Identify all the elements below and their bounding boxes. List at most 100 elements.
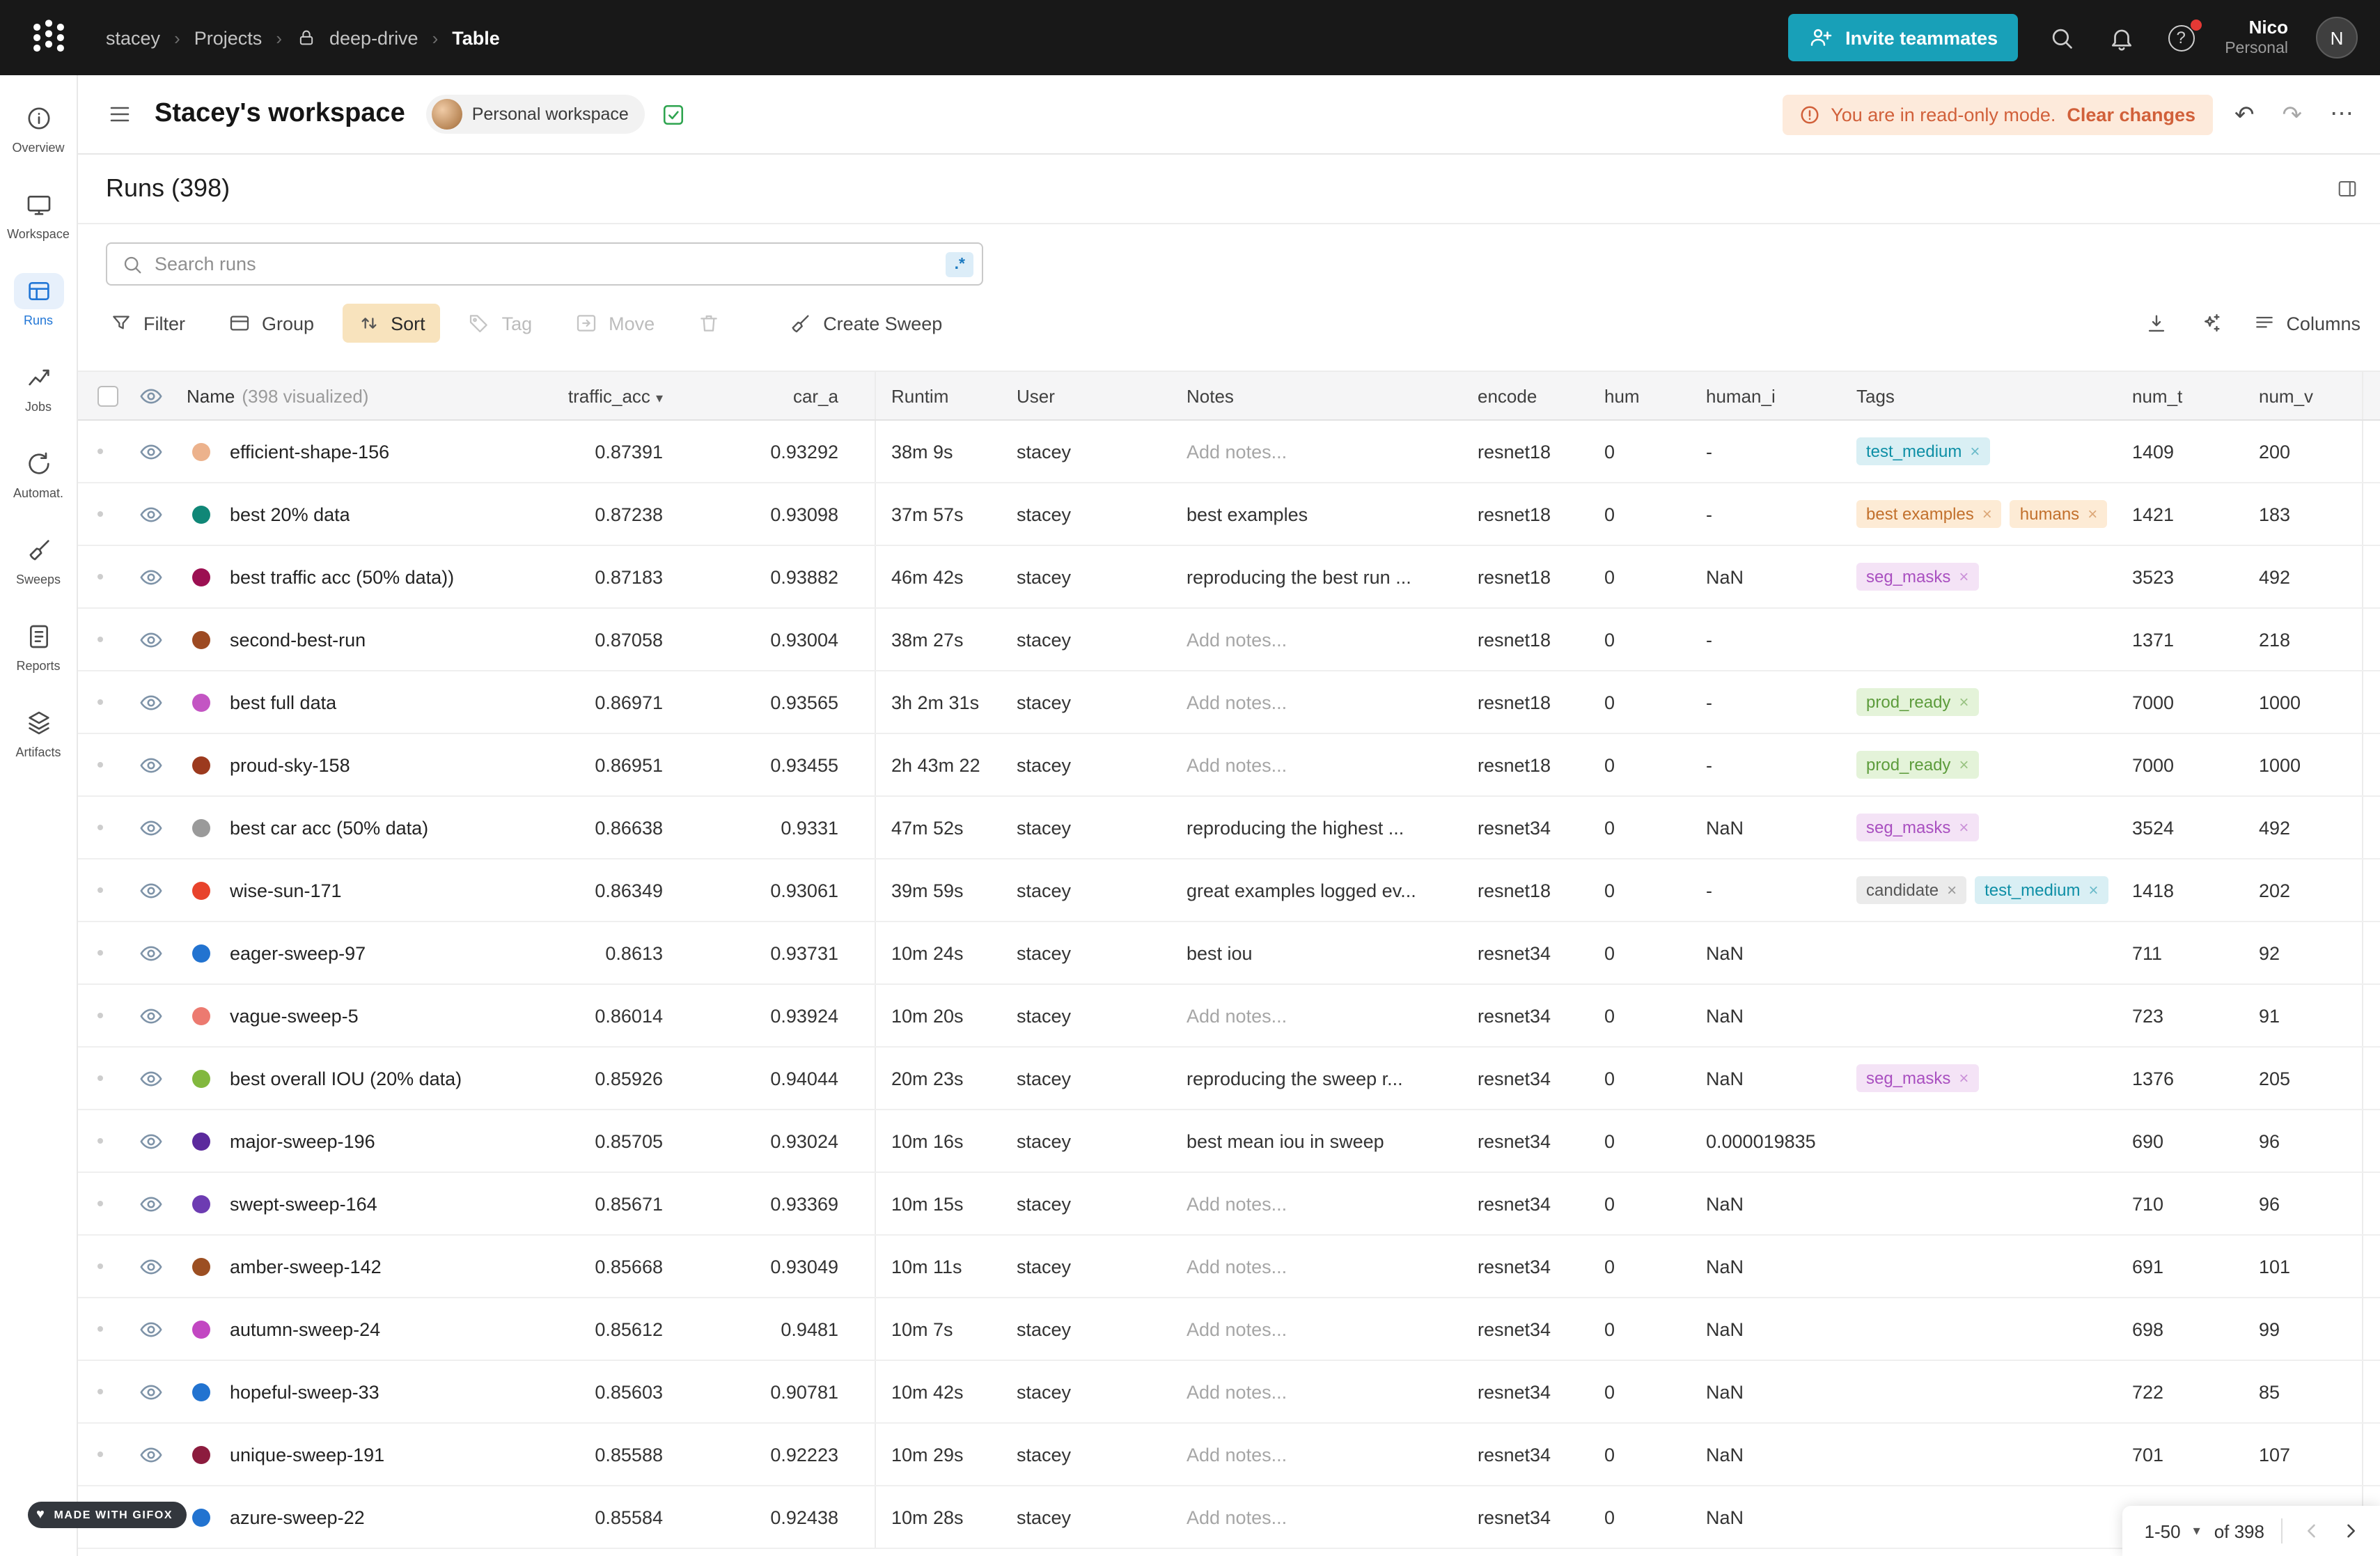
- tag-remove-icon[interactable]: ×: [2089, 880, 2099, 900]
- menu-toggle-button[interactable]: [103, 98, 136, 131]
- sidebar-item-overview[interactable]: Overview: [0, 92, 77, 163]
- run-name[interactable]: unique-sweep-191: [230, 1444, 384, 1465]
- tag-remove-icon[interactable]: ×: [1959, 818, 1968, 837]
- tag-chip[interactable]: seg_masks×: [1856, 1064, 1978, 1092]
- run-name[interactable]: proud-sky-158: [230, 754, 350, 775]
- run-name[interactable]: second-best-run: [230, 629, 366, 650]
- tag-chip[interactable]: best examples×: [1856, 500, 2002, 528]
- column-header-name[interactable]: Name(398 visualized): [178, 385, 499, 406]
- column-header-car-a[interactable]: car_a: [680, 372, 876, 419]
- breadcrumb-page[interactable]: Table: [452, 27, 500, 48]
- cell-notes[interactable]: Add notes...: [1181, 1444, 1472, 1465]
- drag-handle[interactable]: [97, 1013, 103, 1018]
- column-header-num-v[interactable]: num_v: [2253, 385, 2362, 406]
- run-name[interactable]: best traffic acc (50% data)): [230, 566, 454, 587]
- drag-handle[interactable]: [97, 887, 103, 893]
- drag-handle[interactable]: [97, 1389, 103, 1394]
- drag-handle[interactable]: [97, 950, 103, 956]
- table-row[interactable]: second-best-run 0.87058 0.93004 38m 27s …: [78, 609, 2380, 671]
- cell-notes[interactable]: reproducing the highest ...: [1181, 817, 1472, 838]
- drag-handle[interactable]: [97, 1263, 103, 1269]
- drag-handle[interactable]: [97, 637, 103, 642]
- tag-chip[interactable]: test_medium×: [1856, 437, 1989, 465]
- column-header-num-t[interactable]: num_t: [2127, 385, 2253, 406]
- sort-button[interactable]: Sort: [342, 304, 441, 343]
- sidebar-item-reports[interactable]: Reports: [0, 610, 77, 681]
- column-header-notes[interactable]: Notes: [1181, 385, 1472, 406]
- tag-remove-icon[interactable]: ×: [2088, 504, 2097, 524]
- search-runs-input[interactable]: [155, 254, 935, 274]
- run-name[interactable]: hopeful-sweep-33: [230, 1381, 379, 1402]
- tag-remove-icon[interactable]: ×: [1959, 567, 1968, 586]
- table-row[interactable]: best traffic acc (50% data)) 0.87183 0.9…: [78, 546, 2380, 609]
- cell-notes[interactable]: Add notes...: [1181, 692, 1472, 713]
- user-menu[interactable]: Nico Personal: [2225, 16, 2288, 59]
- table-row[interactable]: hopeful-sweep-33 0.85603 0.90781 10m 42s…: [78, 1361, 2380, 1424]
- cell-notes[interactable]: Add notes...: [1181, 1193, 1472, 1214]
- sidebar-item-jobs[interactable]: Jobs: [0, 351, 77, 422]
- run-name[interactable]: amber-sweep-142: [230, 1256, 382, 1277]
- drag-handle[interactable]: [97, 1201, 103, 1206]
- tag-chip[interactable]: candidate×: [1856, 876, 1966, 904]
- table-row[interactable]: amber-sweep-142 0.85668 0.93049 10m 11s …: [78, 1236, 2380, 1298]
- table-row[interactable]: best overall IOU (20% data) 0.85926 0.94…: [78, 1048, 2380, 1110]
- tag-remove-icon[interactable]: ×: [1959, 1068, 1968, 1088]
- drag-handle[interactable]: [97, 574, 103, 579]
- visibility-eye-icon[interactable]: [139, 1254, 162, 1278]
- tag-chip[interactable]: prod_ready×: [1856, 688, 1978, 716]
- cell-notes[interactable]: Add notes...: [1181, 754, 1472, 775]
- visibility-eye-icon[interactable]: [139, 565, 162, 589]
- drag-handle[interactable]: [97, 762, 103, 768]
- cell-notes[interactable]: Add notes...: [1181, 441, 1472, 462]
- table-row[interactable]: efficient-shape-156 0.87391 0.93292 38m …: [78, 421, 2380, 483]
- cell-notes[interactable]: best iou: [1181, 942, 1472, 963]
- cell-notes[interactable]: Add notes...: [1181, 629, 1472, 650]
- visibility-eye-icon[interactable]: [139, 878, 162, 902]
- visibility-eye-icon[interactable]: [139, 1317, 162, 1341]
- next-page-button[interactable]: [2338, 1518, 2363, 1543]
- workspace-selector[interactable]: Personal workspace: [426, 95, 645, 134]
- sidebar-item-automations[interactable]: Automat.: [0, 437, 77, 508]
- prev-page-button[interactable]: [2299, 1518, 2324, 1543]
- cell-notes[interactable]: reproducing the best run ...: [1181, 566, 1472, 587]
- drag-handle[interactable]: [97, 825, 103, 830]
- visibility-eye-icon[interactable]: [139, 1066, 162, 1090]
- page-size-dropdown[interactable]: 1-50 ▾: [2145, 1520, 2200, 1541]
- drag-handle[interactable]: [97, 511, 103, 517]
- run-name[interactable]: azure-sweep-22: [230, 1507, 365, 1527]
- filter-button[interactable]: Filter: [95, 304, 201, 343]
- help-button[interactable]: ?: [2165, 22, 2197, 54]
- tag-chip[interactable]: test_medium×: [1975, 876, 2108, 904]
- visibility-eye-icon[interactable]: [139, 753, 162, 777]
- column-header-runtime[interactable]: Runtim: [876, 385, 1011, 406]
- table-row[interactable]: best car acc (50% data) 0.86638 0.9331 4…: [78, 797, 2380, 859]
- run-name[interactable]: major-sweep-196: [230, 1130, 375, 1151]
- drag-handle[interactable]: [97, 1326, 103, 1332]
- magic-columns-button[interactable]: [2195, 309, 2225, 338]
- visibility-eye-icon[interactable]: [139, 1129, 162, 1153]
- table-row[interactable]: autumn-sweep-24 0.85612 0.9481 10m 7s st…: [78, 1298, 2380, 1361]
- column-header-user[interactable]: User: [1011, 385, 1181, 406]
- undo-button[interactable]: ↶: [2229, 100, 2260, 129]
- columns-button[interactable]: Columns: [2250, 304, 2363, 343]
- column-header-traffic-acc[interactable]: traffic_acc▾: [499, 385, 680, 406]
- sidebar-item-workspace[interactable]: Workspace: [0, 178, 77, 249]
- tag-chip[interactable]: seg_masks×: [1856, 563, 1978, 591]
- cell-notes[interactable]: best mean iou in sweep: [1181, 1130, 1472, 1151]
- run-name[interactable]: best full data: [230, 692, 336, 713]
- table-row[interactable]: wise-sun-171 0.86349 0.93061 39m 59s sta…: [78, 859, 2380, 922]
- group-button[interactable]: Group: [213, 304, 329, 343]
- column-header-human-i[interactable]: human_i: [1700, 385, 1851, 406]
- cell-notes[interactable]: Add notes...: [1181, 1507, 1472, 1527]
- drag-handle[interactable]: [97, 699, 103, 705]
- sidebar-item-runs[interactable]: Runs: [0, 265, 77, 336]
- column-header-encoder[interactable]: encode: [1472, 385, 1599, 406]
- sidebar-item-artifacts[interactable]: Artifacts: [0, 697, 77, 768]
- run-name[interactable]: autumn-sweep-24: [230, 1318, 380, 1339]
- notifications-button[interactable]: [2105, 22, 2137, 54]
- visibility-eye-icon[interactable]: [139, 690, 162, 714]
- run-name[interactable]: wise-sun-171: [230, 880, 342, 901]
- cell-notes[interactable]: Add notes...: [1181, 1005, 1472, 1026]
- table-row[interactable]: best full data 0.86971 0.93565 3h 2m 31s…: [78, 671, 2380, 734]
- cell-notes[interactable]: Add notes...: [1181, 1256, 1472, 1277]
